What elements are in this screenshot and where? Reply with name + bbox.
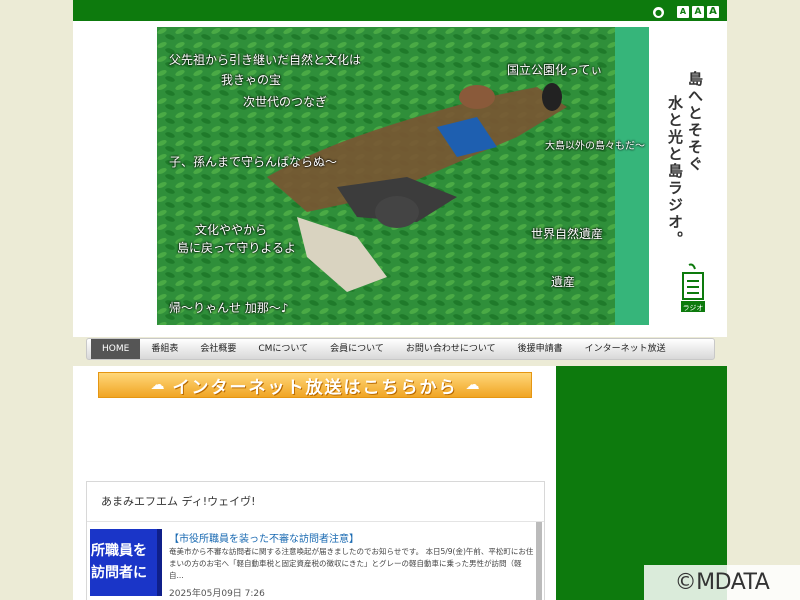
station-logo[interactable]: ラジオ xyxy=(681,263,705,313)
watermark: ©MDATA xyxy=(644,565,800,600)
radio-logo-icon: ラジオ xyxy=(681,263,705,312)
nav-item-members[interactable]: 会員について xyxy=(319,339,395,359)
cloud-icon: ☁ xyxy=(465,377,480,393)
banner-text: 次世代のつなぎ xyxy=(243,95,328,109)
internet-radio-banner[interactable]: ☁ インターネット放送はこちらから ☁ xyxy=(98,372,532,398)
nav-item-sponsorship[interactable]: 後援申請書 xyxy=(507,339,574,359)
site-header: 父先祖から引き継いだ自然と文化は 我きゃの宝 次世代のつなぎ 国立公園化ってぃ … xyxy=(73,21,727,337)
feed-scrollbar[interactable] xyxy=(536,522,542,600)
banner-text: 父先祖から引き継いだ自然と文化は xyxy=(169,53,362,67)
news-excerpt: 奄美市から不審な訪問者に関する注意喚起が届きましたのでお知らせです。 本日5/9… xyxy=(169,547,534,580)
banner-text: 子、孫んまで守らんばならぬ〜 xyxy=(169,155,338,169)
font-size-large-button[interactable]: A xyxy=(707,6,719,18)
slogan-line-2: 水と光と島ラジオ。 xyxy=(666,95,684,248)
news-thumbnail[interactable]: 所職員を 訪問者に xyxy=(90,529,162,596)
thumb-edge xyxy=(157,529,162,596)
main-nav: HOME 番組表 会社概要 CMについて 会員について お問い合わせについて 後… xyxy=(86,338,715,360)
news-title-link[interactable]: 【市役所職員を装った不審な訪問者注意】 xyxy=(169,530,359,545)
news-date: 2025年05月09日 7:26 xyxy=(169,589,265,599)
banner-text: 国立公園化ってぃ xyxy=(507,63,603,77)
feed-title: あまみエフエム ディ!ウェイヴ! xyxy=(87,482,544,522)
nav-item-home[interactable]: HOME xyxy=(91,339,141,359)
banner-text: 大島以外の島々もだ〜 xyxy=(545,141,645,152)
news-item[interactable]: 所職員を 訪問者に 【市役所職員を装った不審な訪問者注意】 奄美市から不審な訪問… xyxy=(87,526,544,600)
news-feed: あまみエフエム ディ!ウェイヴ! 所職員を 訪問者に 【市役所職員を装った不審な… xyxy=(86,481,545,600)
banner-text: 帰〜りゃんせ 加那〜♪ xyxy=(169,301,289,315)
banner-text: 世界自然遺産 xyxy=(531,227,604,241)
nav-item-schedule[interactable]: 番組表 xyxy=(140,339,189,359)
banner-stripe xyxy=(615,27,649,325)
font-size-small-button[interactable]: A xyxy=(677,6,689,18)
nav-item-internet-radio[interactable]: インターネット放送 xyxy=(574,339,677,359)
nav-item-cm[interactable]: CMについて xyxy=(247,339,319,359)
thumb-text-1: 所職員を xyxy=(91,543,147,559)
top-bar: ● A A A xyxy=(73,0,727,21)
hero-banner[interactable]: 父先祖から引き継いだ自然と文化は 我きゃの宝 次世代のつなぎ 国立公園化ってぃ … xyxy=(157,27,649,325)
nav-item-contact[interactable]: お問い合わせについて xyxy=(395,339,507,359)
globe-icon[interactable]: ● xyxy=(653,6,664,18)
thumb-text-2: 訪問者に xyxy=(91,565,147,581)
site-slogan: 島へとそそぐ 水と光と島ラジオ。 xyxy=(665,71,705,271)
cloud-icon: ☁ xyxy=(150,377,165,393)
logo-label: ラジオ xyxy=(683,304,704,312)
banner-text: 島に戻って守りよるよ xyxy=(177,241,297,255)
banner-text: 文化ややから xyxy=(195,223,268,237)
nav-item-company[interactable]: 会社概要 xyxy=(189,339,247,359)
slogan-line-1: 島へとそそぐ xyxy=(686,71,704,173)
banner-text: 我きゃの宝 xyxy=(221,73,282,87)
top-tools: ● A A A xyxy=(653,6,719,18)
font-size-medium-button[interactable]: A xyxy=(692,6,704,18)
banner-text: 遺産 xyxy=(551,275,576,289)
promo-label: インターネット放送はこちらから xyxy=(172,377,458,398)
